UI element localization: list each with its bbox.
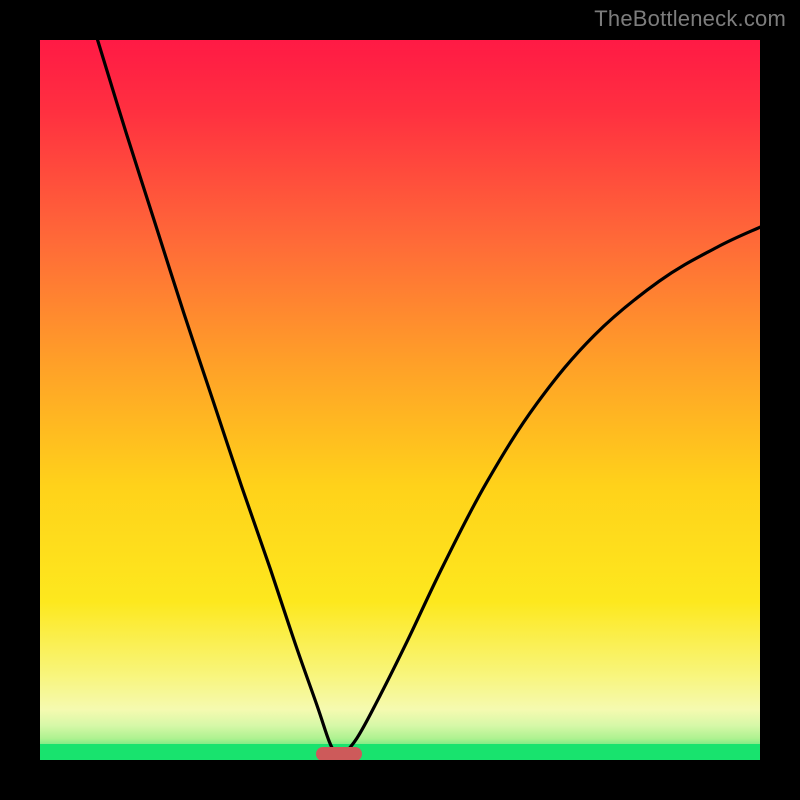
curve-right-branch (339, 227, 760, 760)
plot-area (40, 40, 760, 760)
watermark-text: TheBottleneck.com (594, 6, 786, 32)
curve-left-branch (98, 40, 339, 760)
minimum-marker (316, 747, 362, 760)
bottleneck-curve (40, 40, 760, 760)
chart-frame: TheBottleneck.com (0, 0, 800, 800)
